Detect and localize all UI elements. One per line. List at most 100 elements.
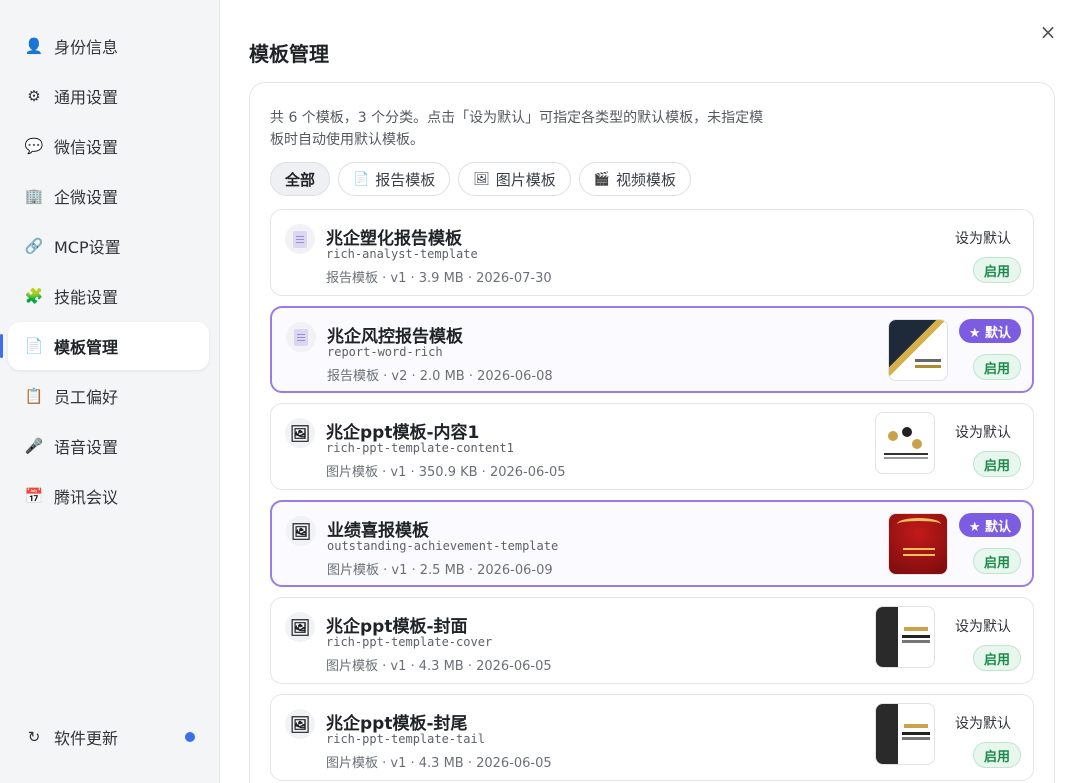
filter-tab-label: 视频模板: [615, 170, 676, 189]
sidebar-item-mcp[interactable]: 🔗 MCP设置: [8, 222, 209, 270]
template-card[interactable]: 🖼 兆企ppt模板-封尾 rich-ppt-template-tail 图片模板 · …: [270, 694, 1034, 781]
sidebar-item-label: 软件更新: [54, 729, 119, 748]
sidebar-item-wechat[interactable]: 💬 微信设置: [8, 122, 209, 170]
template-meta: 图片模板 · v1 · 4.3 MB · 2026-06-05: [326, 756, 552, 771]
document-icon: 📄: [353, 171, 370, 187]
sidebar-item-wecom[interactable]: 🏢 企微设置: [8, 172, 209, 220]
templates-description: 共 6 个模板，3 个分类。点击「设为默认」可指定各类型的默认模板，未指定模板时…: [270, 110, 764, 148]
sidebar-item-label: MCP设置: [54, 238, 121, 257]
thumbnail-detail: [915, 365, 941, 368]
thumbnail-detail: [888, 431, 898, 441]
image-template-icon: 🖼: [285, 709, 315, 739]
template-meta: 图片模板 · v1 · 2.5 MB · 2026-06-09: [327, 563, 553, 578]
gear-icon: ⚙: [27, 87, 41, 105]
sidebar-item-label: 语音设置: [54, 438, 119, 457]
filter-tab-label: 图片模板: [495, 170, 556, 189]
template-title: 兆企ppt模板-内容1: [326, 423, 480, 443]
template-title: 兆企风控报告模板: [327, 327, 463, 347]
set-default-button[interactable]: 设为默认: [955, 422, 1011, 442]
default-badge: ★ 默认: [958, 319, 1021, 343]
update-indicator-dot: [185, 732, 195, 742]
sidebar-item-identity[interactable]: 👤 身份信息: [8, 22, 209, 70]
template-thumbnail[interactable]: [888, 319, 948, 381]
sidebar-item-label: 通用设置: [54, 88, 119, 107]
template-meta: 图片模板 · v1 · 4.3 MB · 2026-06-05: [326, 659, 552, 674]
thumbnail-detail: [904, 724, 928, 728]
sidebar-item-skills[interactable]: 🧩 技能设置: [8, 272, 209, 320]
document-icon: 📄: [24, 337, 44, 355]
template-thumbnail[interactable]: [875, 703, 935, 765]
template-list: 兆企塑化报告模板 rich-analyst-template 报告模板 · v1 ·…: [270, 209, 1034, 783]
template-thumbnail[interactable]: [875, 412, 935, 474]
template-slug: rich-ppt-template-content1: [326, 441, 514, 455]
templates-panel: 共 6 个模板，3 个分类。点击「设为默认」可指定各类型的默认模板，未指定模板时…: [249, 82, 1055, 783]
template-card[interactable]: 兆企塑化报告模板 rich-analyst-template 报告模板 · v1 ·…: [270, 209, 1034, 296]
sidebar-item-label: 员工偏好: [54, 388, 119, 407]
template-slug: outstanding-achievement-template: [327, 539, 559, 553]
sidebar-item-voice[interactable]: 🎤 语音设置: [8, 422, 209, 470]
thumbnail-detail: [902, 732, 930, 735]
template-card[interactable]: 🖼 兆企ppt模板-内容1 rich-ppt-template-content1 图片…: [270, 403, 1034, 490]
enabled-toggle[interactable]: 启用: [972, 742, 1021, 768]
thumbnail-detail: [903, 548, 935, 550]
enabled-toggle[interactable]: 启用: [972, 257, 1021, 283]
template-card[interactable]: 🖼 兆企ppt模板-封面 rich-ppt-template-cover 图片模板 ·…: [270, 597, 1034, 684]
sidebar-item-tencent-meeting[interactable]: 📅 腾讯会议: [8, 472, 209, 520]
template-title: 兆企ppt模板-封面: [326, 617, 468, 637]
template-card[interactable]: 兆企风控报告模板 report-word-rich 报告模板 · v2 · 2.0 …: [270, 306, 1034, 393]
sidebar-item-label: 微信设置: [54, 138, 119, 157]
image-template-icon: 🖼: [285, 612, 315, 642]
image-template-icon: 🖼: [286, 516, 316, 546]
template-slug: rich-ppt-template-tail: [326, 732, 485, 746]
template-slug: report-word-rich: [327, 345, 443, 359]
set-default-button[interactable]: 设为默认: [955, 616, 1011, 636]
video-icon: 🎬: [593, 171, 610, 187]
close-icon[interactable]: ×: [1038, 22, 1058, 42]
main-content: × 模板管理 共 6 个模板，3 个分类。点击「设为默认」可指定各类型的默认模板…: [221, 0, 1080, 783]
sidebar-item-software-update[interactable]: ↻ 软件更新: [8, 717, 209, 757]
thumbnail-detail: [897, 518, 941, 530]
sidebar-item-templates[interactable]: 📄 模板管理: [0, 322, 209, 370]
sidebar-item-label: 模板管理: [54, 338, 119, 357]
document-glyph: [293, 230, 307, 248]
sidebar: 👤 身份信息 ⚙ 通用设置 💬 微信设置 🏢 企微设置 🔗 MCP设置 🧩 技能设置 📄 模板管理 📋 员工偏…: [0, 0, 220, 783]
template-slug: rich-analyst-template: [326, 247, 478, 261]
template-thumbnail[interactable]: [888, 513, 948, 575]
thumbnail-detail: [902, 635, 930, 638]
template-title: 兆企塑化报告模板: [326, 229, 462, 249]
category-filters: 全部 📄 报告模板 🖼 图片模板 🎬 视频模板: [270, 162, 691, 196]
sidebar-item-label: 技能设置: [54, 288, 119, 307]
sidebar-item-staff-preferences[interactable]: 📋 员工偏好: [8, 372, 209, 420]
enabled-toggle[interactable]: 启用: [972, 548, 1021, 574]
template-thumbnail[interactable]: [875, 606, 935, 668]
sidebar-item-label: 腾讯会议: [54, 488, 119, 507]
report-template-icon: [285, 224, 315, 254]
template-slug: rich-ppt-template-cover: [326, 635, 493, 649]
filter-tab-report[interactable]: 📄 报告模板: [338, 162, 451, 196]
template-card[interactable]: 🖼 业绩喜报模板 outstanding-achievement-template 图…: [270, 500, 1034, 587]
filter-tab-video[interactable]: 🎬 视频模板: [578, 162, 691, 196]
filter-tab-all[interactable]: 全部: [270, 162, 331, 196]
set-default-button[interactable]: 设为默认: [955, 228, 1011, 248]
sidebar-item-general[interactable]: ⚙ 通用设置: [8, 72, 209, 120]
image-icon: 🖼: [473, 171, 490, 187]
thumbnail-detail: [904, 627, 928, 631]
sidebar-item-label: 企微设置: [54, 188, 119, 207]
enabled-toggle[interactable]: 启用: [972, 354, 1021, 380]
enabled-toggle[interactable]: 启用: [972, 451, 1021, 477]
user-icon: 👤: [24, 37, 44, 55]
set-default-button[interactable]: 设为默认: [955, 713, 1011, 733]
enabled-toggle[interactable]: 启用: [972, 645, 1021, 671]
default-badge: ★ 默认: [958, 513, 1021, 537]
microphone-icon: 🎤: [24, 437, 44, 455]
page-title: 模板管理: [249, 42, 329, 66]
building-icon: 🏢: [24, 187, 44, 205]
refresh-icon: ↻: [27, 728, 41, 746]
thumbnail-detail: [884, 453, 928, 455]
sidebar-nav: 👤 身份信息 ⚙ 通用设置 💬 微信设置 🏢 企微设置 🔗 MCP设置 🧩 技能设置 📄 模板管理 📋 员工偏…: [0, 0, 219, 520]
link-icon: 🔗: [24, 237, 44, 255]
thumbnail-detail: [912, 439, 922, 449]
template-title: 兆企ppt模板-封尾: [326, 714, 468, 734]
filter-tab-image[interactable]: 🖼 图片模板: [458, 162, 571, 196]
clipboard-icon: 📋: [24, 387, 44, 405]
